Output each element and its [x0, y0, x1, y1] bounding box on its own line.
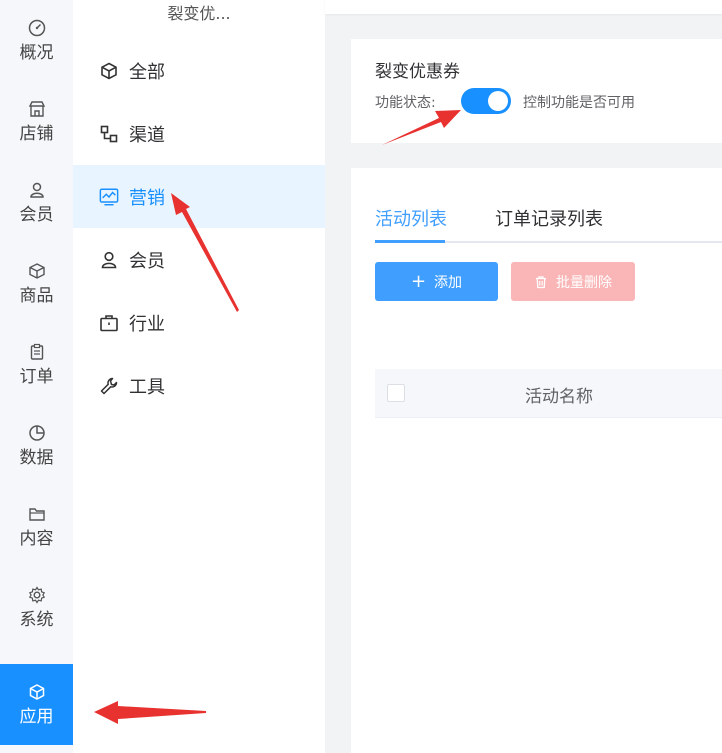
store-icon [28, 100, 45, 117]
briefcase-icon [100, 314, 118, 331]
rail-item-apps[interactable]: 应用 [0, 664, 73, 745]
rail-item-data[interactable]: 数据 [0, 405, 73, 486]
feature-status-description: 控制功能是否可用 [523, 95, 635, 111]
wrench-icon [100, 377, 118, 394]
gear-icon [28, 585, 45, 604]
submenu-item-label: 营销 [129, 187, 165, 209]
submenu-item-label: 会员 [129, 250, 165, 272]
select-all-checkbox[interactable] [387, 384, 405, 402]
cube-icon [29, 683, 44, 700]
plus-icon: + [410, 270, 427, 292]
submenu-item-industry[interactable]: 行业 [73, 291, 325, 354]
activity-panel: 活动列表 订单记录列表 + 添加 批量删除 活动名称 [351, 168, 722, 753]
submenu-item-label: 工具 [129, 376, 165, 398]
clipboard-icon [30, 343, 43, 360]
feature-card: 裂变优惠券 功能状态: 控制功能是否可用 [351, 39, 722, 143]
submenu-item-marketing[interactable]: 营销 [73, 165, 325, 228]
secondary-menu: 裂变优... 全部 渠道 营销 会员 行业 工具 [73, 0, 325, 753]
rail-item-goods[interactable]: 商品 [0, 243, 73, 324]
box-icon [28, 262, 45, 279]
table-header: 活动名称 [375, 369, 722, 418]
cube-icon [101, 62, 117, 79]
tab-activity-list[interactable]: 活动列表 [375, 205, 447, 231]
top-bar [325, 0, 722, 14]
submenu-item-member[interactable]: 会员 [73, 228, 325, 291]
submenu-item-label: 行业 [129, 313, 165, 335]
submenu-item-label: 全部 [129, 61, 165, 83]
active-tab-indicator [375, 240, 445, 243]
submenu-item-all[interactable]: 全部 [73, 39, 325, 102]
submenu-item-label: 渠道 [129, 124, 165, 146]
submenu-item-tools[interactable]: 工具 [73, 354, 325, 417]
rail-item-label: 订单 [19, 366, 54, 387]
rail-item-content[interactable]: 内容 [0, 486, 73, 567]
rail-item-overview[interactable]: 概况 [0, 0, 73, 81]
rail-item-label: 概况 [19, 42, 54, 63]
rail-item-orders[interactable]: 订单 [0, 324, 73, 405]
pie-chart-icon [28, 424, 45, 441]
add-button-label: 添加 [434, 274, 463, 291]
rail-item-system[interactable]: 系统 [0, 567, 73, 648]
user-icon [101, 251, 117, 268]
channel-icon [100, 125, 118, 142]
folder-icon [28, 507, 45, 521]
rail-item-label: 会员 [19, 204, 54, 225]
trash-icon [536, 275, 546, 288]
feature-title: 裂变优惠券 [375, 62, 460, 82]
column-header-activity-name: 活动名称 [525, 387, 593, 407]
dashboard-icon [28, 19, 45, 36]
submenu-item-channel[interactable]: 渠道 [73, 102, 325, 165]
feature-status-label: 功能状态: [375, 95, 436, 111]
feature-status-toggle[interactable] [461, 88, 511, 114]
user-icon [29, 182, 44, 198]
rail-item-label: 应用 [19, 706, 54, 727]
rail-item-member[interactable]: 会员 [0, 162, 73, 243]
rail-item-label: 商品 [19, 285, 54, 306]
toggle-knob [488, 91, 508, 111]
marketing-icon [99, 188, 119, 205]
batch-delete-label: 批量删除 [556, 274, 612, 291]
rail-item-label: 数据 [19, 447, 54, 468]
left-rail: 概况 店铺 会员 商品 订单 数据 内容 系统 应用 [0, 0, 73, 753]
tab-order-records[interactable]: 订单记录列表 [495, 205, 603, 231]
rail-item-store[interactable]: 店铺 [0, 81, 73, 162]
add-button[interactable]: + 添加 [375, 262, 498, 301]
rail-item-label: 内容 [19, 528, 54, 549]
submenu-title: 裂变优... [136, 0, 262, 28]
rail-item-label: 店铺 [19, 123, 54, 144]
rail-item-label: 系统 [19, 609, 54, 630]
batch-delete-button[interactable]: 批量删除 [511, 262, 635, 301]
